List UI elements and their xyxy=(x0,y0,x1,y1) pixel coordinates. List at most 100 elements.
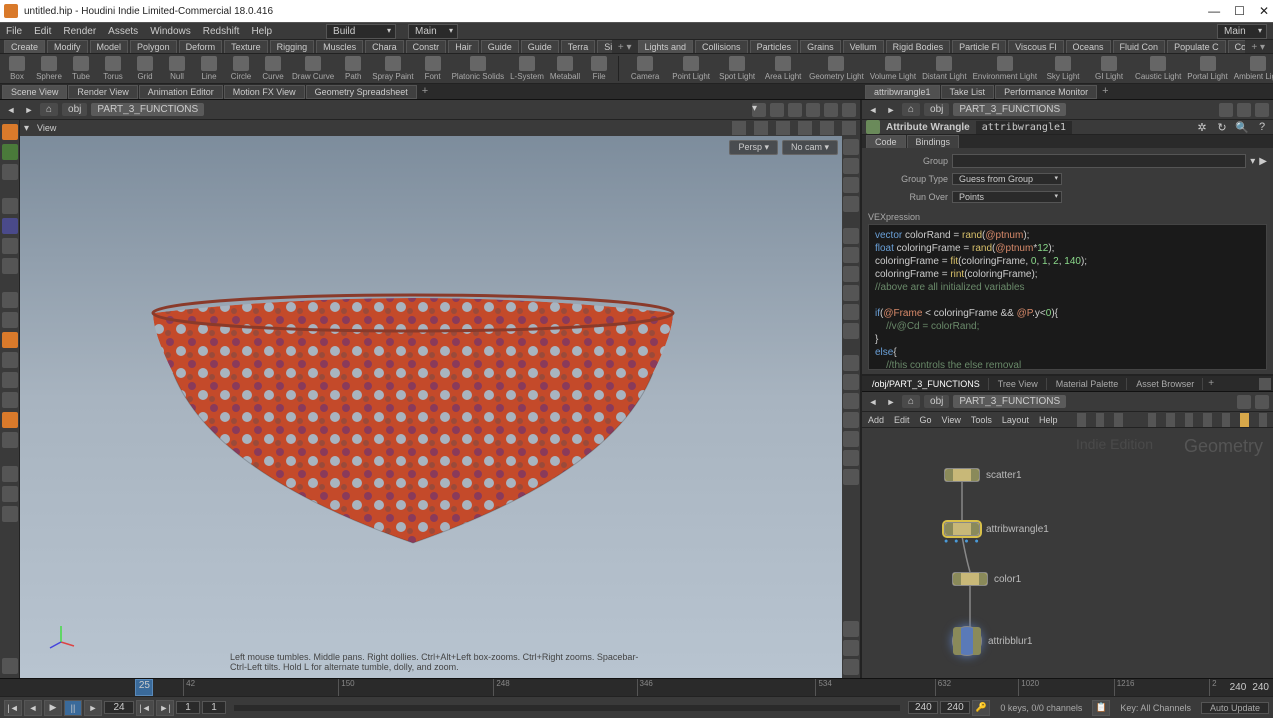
ntab-icon[interactable] xyxy=(1259,378,1271,390)
take-dropdown[interactable]: Main xyxy=(408,24,458,39)
npath-node[interactable]: PART_3_FUNCTIONS xyxy=(953,395,1066,408)
tool-d[interactable] xyxy=(2,352,18,368)
rs-16[interactable] xyxy=(843,450,859,466)
param-help-icon[interactable]: ? xyxy=(1255,120,1269,134)
rs-15[interactable] xyxy=(843,431,859,447)
shelf-tool[interactable]: Grid xyxy=(132,56,158,81)
shelf-tab[interactable]: Hair xyxy=(448,40,479,53)
ntab-asset[interactable]: Asset Browser xyxy=(1128,378,1203,390)
shelf-tab[interactable]: Collisions xyxy=(695,40,748,53)
nmenu-add[interactable]: Add xyxy=(868,415,884,425)
ntab-path[interactable]: /obj/PART_3_FUNCTIONS xyxy=(864,378,989,390)
pane-tab[interactable]: Scene View xyxy=(2,85,67,99)
pane-tab[interactable]: Animation Editor xyxy=(139,85,223,99)
menu-file[interactable]: File xyxy=(6,26,22,37)
rs-12[interactable] xyxy=(843,374,859,390)
rs-9[interactable] xyxy=(843,304,859,320)
tool-bottom[interactable] xyxy=(2,658,18,674)
nbtn-9[interactable] xyxy=(1240,413,1248,427)
param-reload-icon[interactable]: ↻ xyxy=(1215,120,1229,134)
shelf-tool[interactable]: Caustic Light xyxy=(1135,56,1181,81)
nbtn-10[interactable] xyxy=(1259,413,1267,427)
pane-tab[interactable]: attribwrangle1 xyxy=(865,85,940,99)
tool-move[interactable] xyxy=(2,218,18,234)
shelf-tool[interactable]: Environment Light xyxy=(973,56,1037,81)
tool-i[interactable] xyxy=(2,466,18,482)
network-editor[interactable]: Indie Edition Geometry scatter1attribwra… xyxy=(862,428,1273,678)
tool-snap[interactable] xyxy=(2,144,18,160)
menu-help[interactable]: Help xyxy=(251,26,272,37)
frame-input[interactable] xyxy=(104,701,134,714)
ppath-i2[interactable] xyxy=(1237,103,1251,117)
shelf-tool[interactable]: Platonic Solids xyxy=(452,56,504,81)
pathbar-icon-5[interactable] xyxy=(842,103,856,117)
shelf-tool[interactable]: Curve xyxy=(260,56,286,81)
3d-viewport[interactable]: ▾ View Persp ▾ No cam ▾ xyxy=(20,120,860,678)
range-start[interactable] xyxy=(176,701,200,714)
nbtn-7[interactable] xyxy=(1203,413,1211,427)
pane-add[interactable]: + xyxy=(1098,85,1112,99)
shelf-tool[interactable]: Portal Light xyxy=(1187,56,1227,81)
shelf-tool[interactable]: Sky Light xyxy=(1043,56,1083,81)
ppath-node[interactable]: PART_3_FUNCTIONS xyxy=(953,103,1066,116)
path-obj-icon[interactable]: ⌂ xyxy=(40,103,58,116)
ntab-tree[interactable]: Tree View xyxy=(990,378,1047,390)
keys-label[interactable]: 0 keys, 0/0 channels xyxy=(992,703,1090,713)
play-play[interactable]: ▶ xyxy=(44,700,62,716)
shelf-tool[interactable]: Spot Light xyxy=(717,56,757,81)
tool-3[interactable] xyxy=(2,164,18,180)
shelf-tab[interactable]: Grains xyxy=(800,40,841,53)
shelf-tool[interactable]: L-System xyxy=(510,56,544,81)
tool-k[interactable] xyxy=(2,506,18,522)
persp-dropdown[interactable]: Persp ▾ xyxy=(729,140,778,155)
close-button[interactable]: ✕ xyxy=(1259,4,1269,18)
ppath-fwd[interactable]: ► xyxy=(884,103,898,117)
pane-tab[interactable]: Motion FX View xyxy=(224,85,305,99)
ppath-back[interactable]: ◄ xyxy=(866,103,880,117)
shelf-tool[interactable]: GI Light xyxy=(1089,56,1129,81)
shelf-tool[interactable]: Metaball xyxy=(550,56,580,81)
play-first[interactable]: |◄ xyxy=(4,700,22,716)
nmenu-go[interactable]: Go xyxy=(920,415,932,425)
rs-2[interactable] xyxy=(843,158,859,174)
tool-j[interactable] xyxy=(2,486,18,502)
play-step-b[interactable]: |◄ xyxy=(136,700,154,716)
grouptype-dropdown[interactable]: Guess from Group xyxy=(952,173,1062,185)
path-fwd[interactable]: ► xyxy=(22,103,36,117)
tool-scale[interactable] xyxy=(2,258,18,274)
vp-btn-2[interactable] xyxy=(754,121,768,135)
shelf-tool[interactable]: Font xyxy=(420,56,446,81)
shelf-tool[interactable]: Draw Curve xyxy=(292,56,334,81)
shelf-tab[interactable]: Polygon xyxy=(130,40,177,53)
shelf-tool[interactable]: Ambient Light xyxy=(1234,56,1273,81)
npath-pin[interactable] xyxy=(1237,395,1251,409)
tab-bindings[interactable]: Bindings xyxy=(907,135,960,148)
npath-fwd[interactable]: ► xyxy=(884,395,898,409)
timeline[interactable]: 25 42150248346534632102012162 240 240 xyxy=(0,678,1273,696)
nbtn-1[interactable] xyxy=(1077,413,1085,427)
key-icon[interactable]: 🔑 xyxy=(972,700,990,716)
rs-19[interactable] xyxy=(843,640,859,656)
tool-h[interactable] xyxy=(2,432,18,448)
nbtn-6[interactable] xyxy=(1185,413,1193,427)
shelf-tool[interactable]: Box xyxy=(4,56,30,81)
pathbar-pin[interactable] xyxy=(770,103,784,117)
rs-3[interactable] xyxy=(843,177,859,193)
shelf-tool[interactable]: Distant Light xyxy=(922,56,966,81)
nbtn-5[interactable] xyxy=(1166,413,1174,427)
rs-14[interactable] xyxy=(843,412,859,428)
frame-slider[interactable] xyxy=(234,705,900,711)
nbtn-2[interactable] xyxy=(1096,413,1104,427)
npath-back[interactable]: ◄ xyxy=(866,395,880,409)
rs-11[interactable] xyxy=(843,355,859,371)
shelf-tool[interactable]: Camera xyxy=(625,56,665,81)
cam-dropdown[interactable]: No cam ▾ xyxy=(782,140,838,155)
play-prev[interactable]: ◄ xyxy=(24,700,42,716)
group-dropdown-icon[interactable]: ▾ xyxy=(1250,156,1255,167)
desktop-dropdown[interactable]: Build xyxy=(326,24,396,39)
ppath-pin[interactable] xyxy=(1219,103,1233,117)
shelf-tab[interactable]: Lights and xyxy=(638,40,694,53)
network-node[interactable]: attribblur1 xyxy=(952,626,1032,656)
vp-btn-6[interactable] xyxy=(842,121,856,135)
shelf-tab[interactable]: Viscous Fl xyxy=(1008,40,1063,53)
